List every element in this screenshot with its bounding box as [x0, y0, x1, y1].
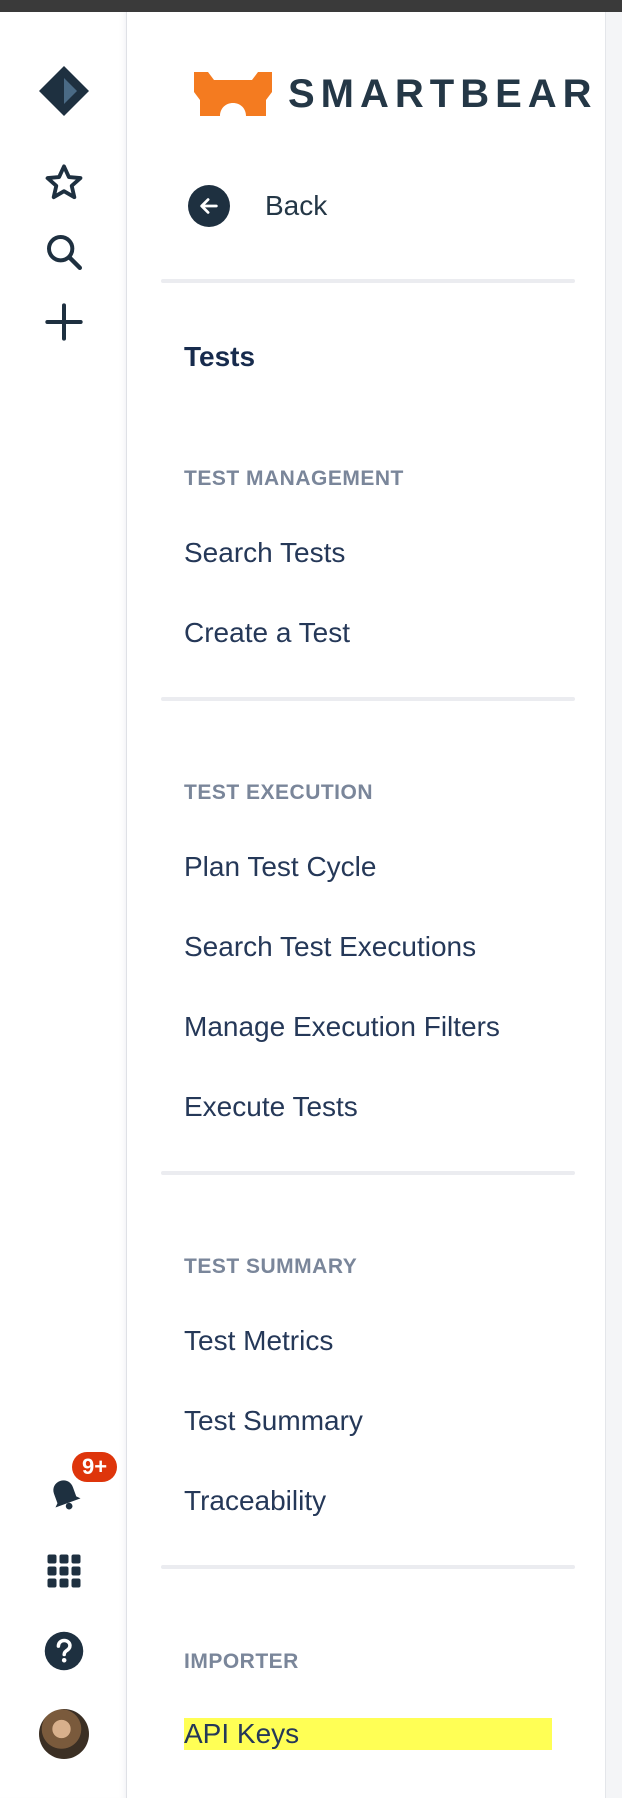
window-top-bar	[0, 0, 622, 12]
content-edge	[605, 12, 622, 1798]
nav-link-plan-test-cycle[interactable]: Plan Test Cycle	[184, 851, 376, 883]
divider	[161, 279, 575, 283]
jira-logo-icon[interactable]	[0, 65, 127, 117]
product-navigation: SMARTBEAR Back Tests TEST MANAGEMENT Sea…	[128, 12, 605, 1798]
nav-link-api-keys[interactable]: API Keys	[184, 1718, 552, 1750]
arrow-left-icon	[188, 185, 230, 227]
back-label: Back	[265, 190, 328, 221]
nav-link-manage-execution-filters[interactable]: Manage Execution Filters	[184, 1011, 500, 1043]
nav-link-create-test[interactable]: Create a Test	[184, 617, 350, 649]
group-heading-importer: IMPORTER	[184, 1650, 299, 1673]
divider	[161, 697, 575, 701]
back-button[interactable]: Back	[188, 185, 327, 227]
nav-link-search-test-executions[interactable]: Search Test Executions	[184, 931, 476, 963]
smartbear-logo: SMARTBEAR	[192, 70, 598, 118]
group-heading-test-execution: TEST EXECUTION	[184, 781, 374, 804]
group-heading-test-management: TEST MANAGEMENT	[184, 467, 404, 490]
nav-link-test-summary[interactable]: Test Summary	[184, 1405, 363, 1437]
nav-link-api-keys-label: API Keys	[184, 1718, 552, 1750]
notification-badge: 9+	[72, 1452, 118, 1482]
smartbear-logo-icon	[194, 72, 272, 116]
plus-icon[interactable]	[0, 296, 127, 348]
global-navigation: 9+	[0, 12, 127, 1798]
nav-link-execute-tests[interactable]: Execute Tests	[184, 1091, 358, 1123]
nav-link-test-metrics[interactable]: Test Metrics	[184, 1325, 333, 1357]
group-heading-test-summary: TEST SUMMARY	[184, 1255, 358, 1278]
nav-link-search-tests[interactable]: Search Tests	[184, 537, 345, 569]
divider	[161, 1171, 575, 1175]
nav-link-traceability[interactable]: Traceability	[184, 1485, 326, 1517]
brand-name: SMARTBEAR	[288, 71, 598, 116]
user-avatar[interactable]	[39, 1709, 89, 1759]
divider	[161, 1565, 575, 1569]
section-title: Tests	[184, 341, 256, 372]
search-icon[interactable]	[0, 226, 127, 278]
app-grid-icon[interactable]	[0, 1545, 127, 1597]
help-icon[interactable]	[0, 1625, 127, 1677]
star-icon[interactable]	[0, 157, 127, 209]
